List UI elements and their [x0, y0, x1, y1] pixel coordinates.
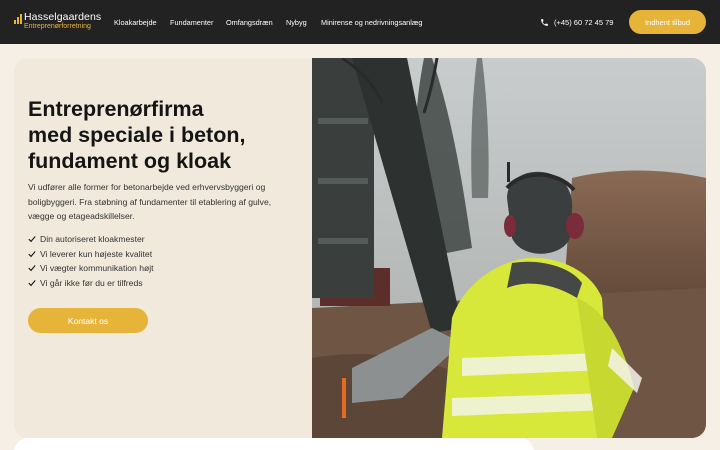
check-icon [28, 279, 36, 286]
logo-bars-icon [14, 14, 23, 24]
benefit-text: Vi vægter kommunikation højt [40, 263, 154, 274]
phone-link[interactable]: (+45) 60 72 45 79 [540, 0, 613, 44]
nav-link-nybyg[interactable]: Nybyg [286, 0, 307, 44]
get-quote-button[interactable]: Indhent tilbud [629, 10, 706, 34]
list-item: Vi går ikke før du er tilfreds [28, 276, 154, 291]
benefit-text: Din autoriseret kloakmester [40, 234, 145, 245]
brand-logo[interactable]: Hasselgaardens Entreprenørforretning [14, 11, 101, 32]
benefit-text: Vi leverer kun højeste kvalitet [40, 248, 153, 259]
nav-link-fundamenter[interactable]: Fundamenter [170, 0, 213, 44]
check-icon [28, 265, 36, 272]
hero-section: Entreprenørfirma med speciale i beton, f… [14, 58, 706, 438]
top-navigation-bar: Hasselgaardens Entreprenørforretning Klo… [0, 0, 720, 44]
phone-number: (+45) 60 72 45 79 [554, 17, 614, 27]
benefit-list: Din autoriseret kloakmester Vi leverer k… [28, 232, 154, 290]
list-item: Din autoriseret kloakmester [28, 232, 154, 247]
nav-link-omfangsdraen[interactable]: Omfangsdræn [226, 0, 273, 44]
phone-icon [541, 18, 548, 26]
hero-title: Entreprenørfirma med speciale i beton, f… [28, 96, 298, 174]
construction-worker-image [312, 58, 706, 438]
hero-title-line: Entreprenørfirma [28, 97, 204, 121]
nav-link-kloakarbejde[interactable]: Kloakarbejde [114, 0, 157, 44]
contact-button[interactable]: Kontakt os [28, 308, 148, 333]
list-item: Vi leverer kun højeste kvalitet [28, 247, 154, 262]
nav-link-minirense[interactable]: Minirense og nedrivningsanlæg [321, 0, 422, 44]
hero-description: Vi udfører alle former for betonarbejde … [28, 182, 272, 221]
benefit-text: Vi går ikke før du er tilfreds [40, 277, 143, 288]
hero-title-line: med speciale i beton, [28, 123, 246, 147]
check-icon [28, 236, 36, 243]
brand-tagline: Entreprenørforretning [24, 23, 91, 30]
hero-title-line: fundament og kloak [28, 149, 232, 173]
list-item: Vi vægter kommunikation højt [28, 261, 154, 276]
next-section-edge [14, 438, 534, 450]
check-icon [28, 250, 36, 257]
hero-photo [312, 58, 706, 438]
